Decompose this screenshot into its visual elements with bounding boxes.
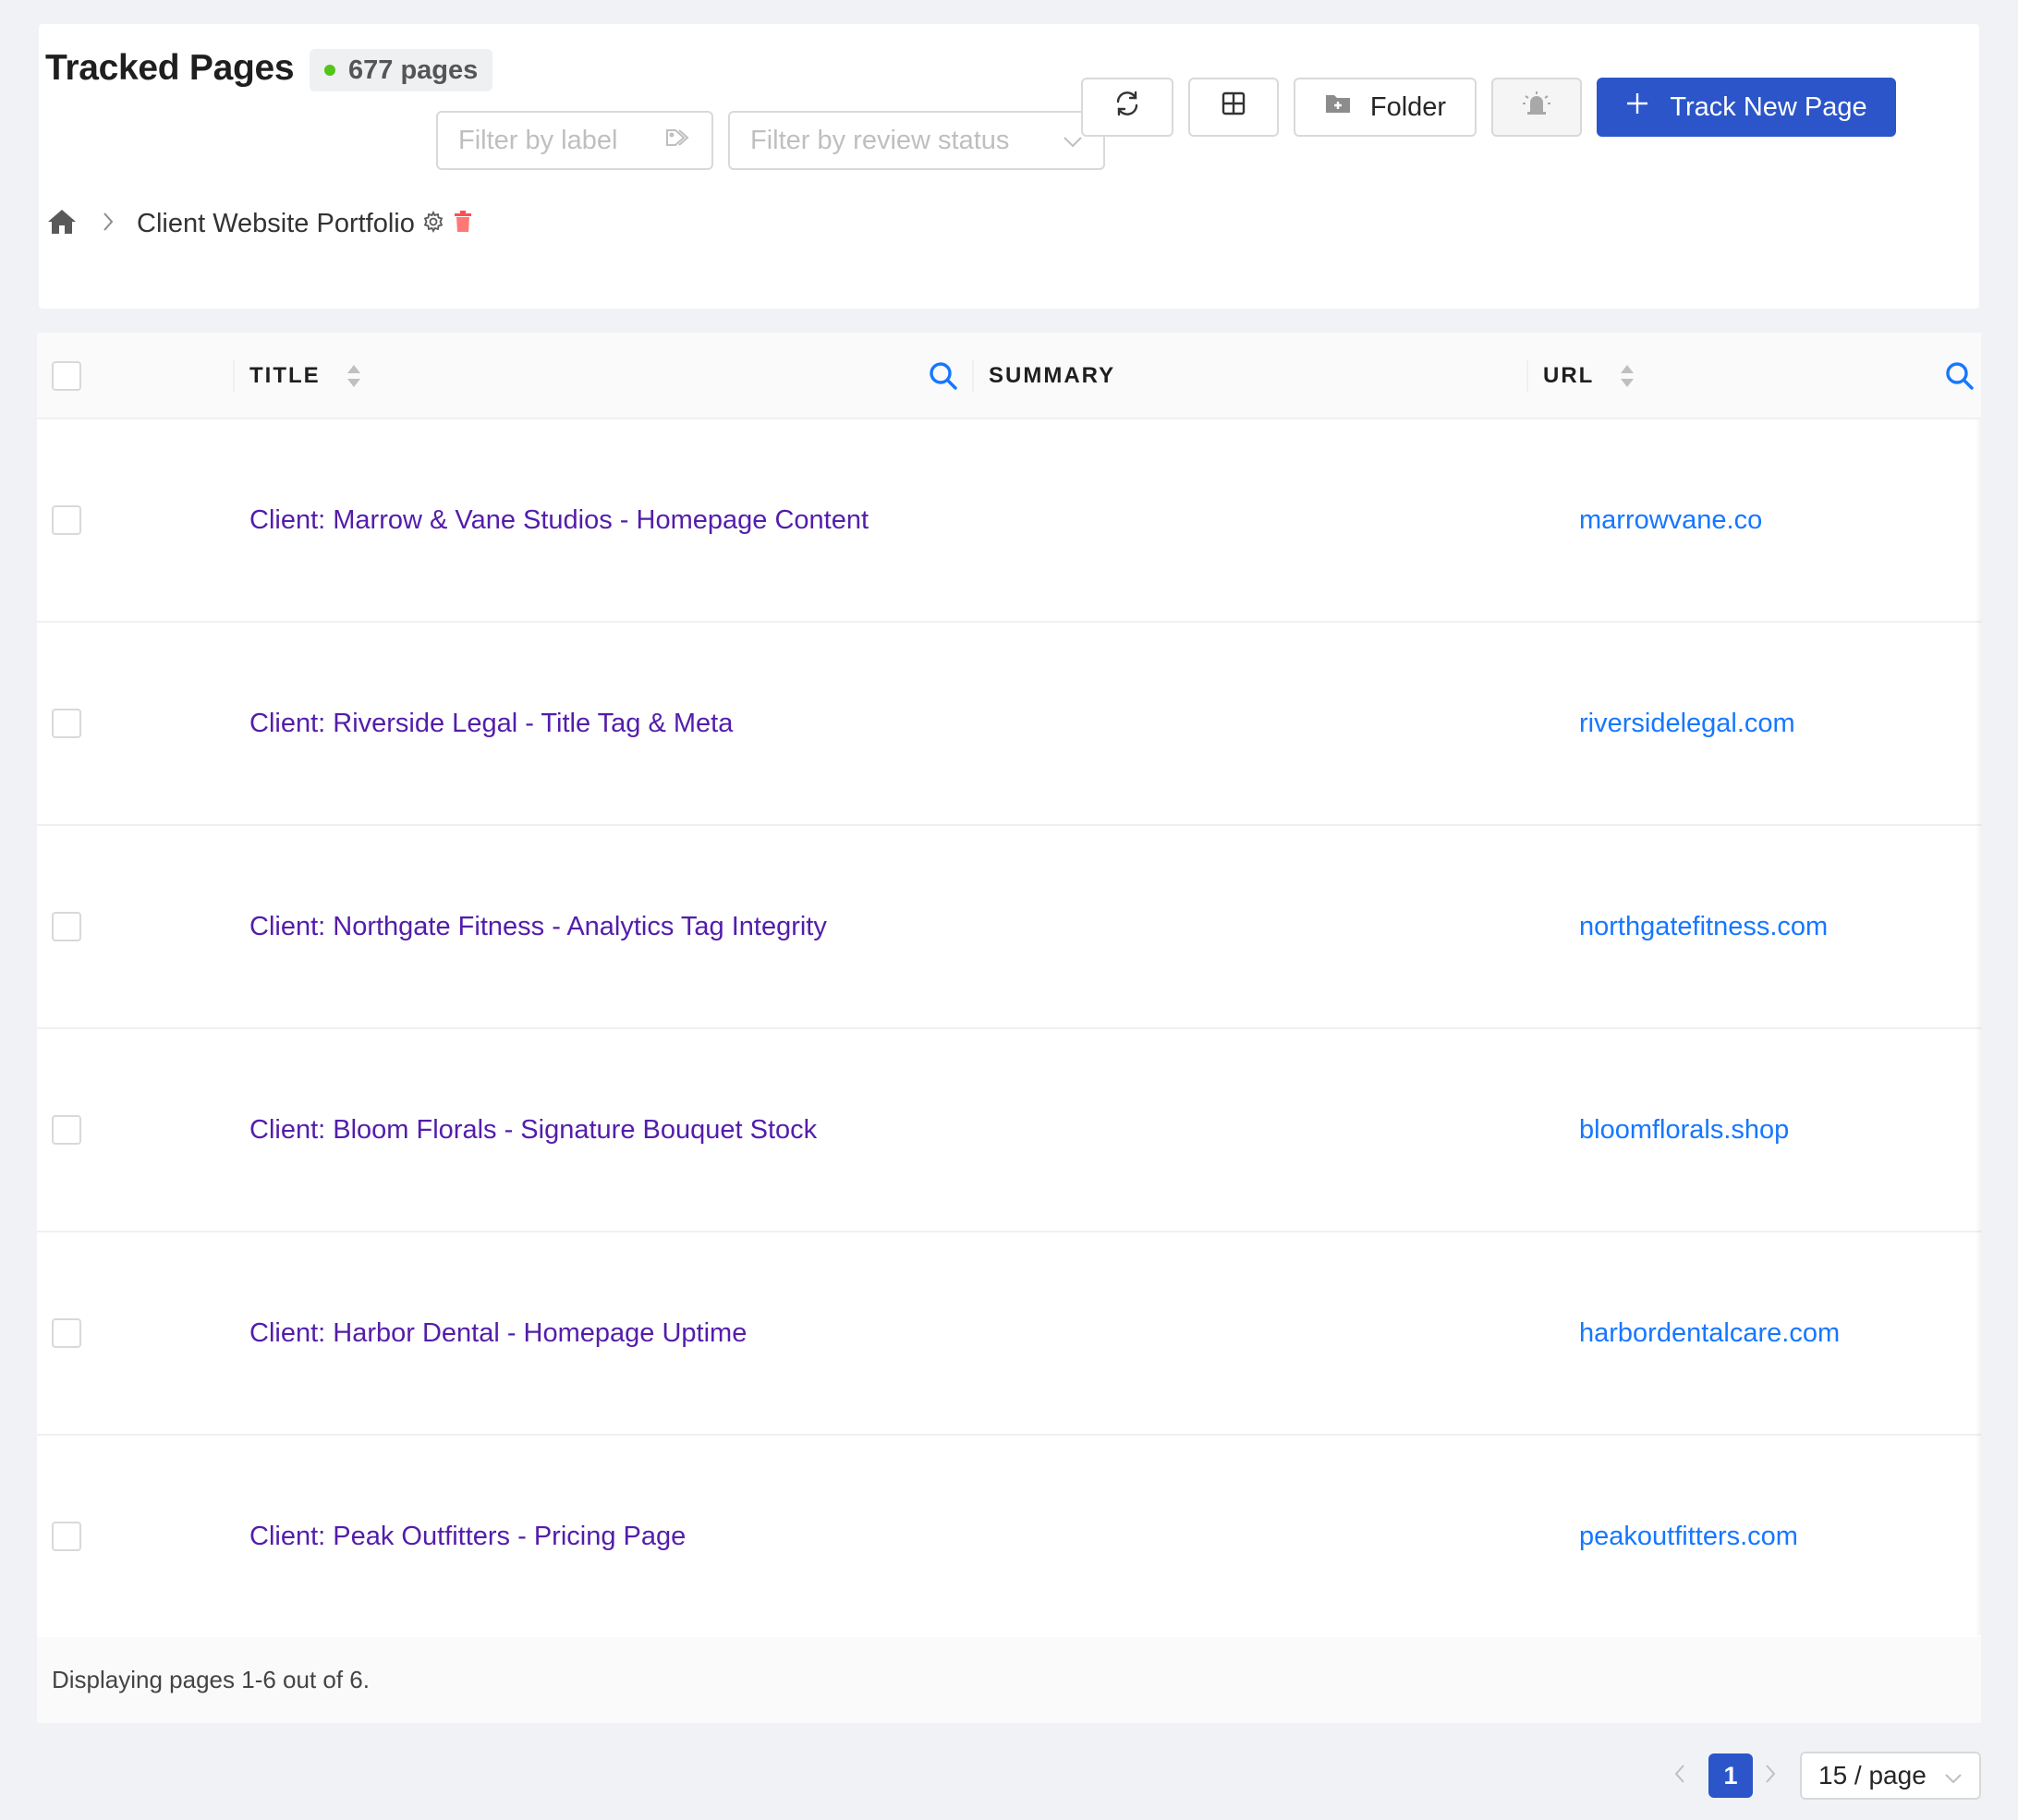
alarm-bell-icon: [1521, 90, 1552, 125]
row-url-link[interactable]: peakoutfitters.com: [1579, 1436, 1798, 1637]
table-row: Client: Riverside Legal - Title Tag & Me…: [37, 623, 1981, 826]
filter-by-review-placeholder: Filter by review status: [750, 125, 1010, 155]
status-dot: [324, 65, 335, 76]
row-checkbox[interactable]: [52, 505, 81, 535]
row-checkbox[interactable]: [52, 1522, 81, 1551]
column-header-url[interactable]: URL: [1543, 333, 1635, 419]
horizontal-scroll-shadow: [1975, 419, 1981, 1635]
page-count-label: 677 pages: [348, 55, 479, 85]
table-header: TITLE SUMMARY URL: [37, 333, 1981, 419]
prev-page-button[interactable]: [1672, 1752, 1687, 1800]
filter-by-review-status-select[interactable]: Filter by review status: [728, 111, 1105, 170]
row-checkbox[interactable]: [52, 709, 81, 738]
next-page-button[interactable]: [1763, 1752, 1778, 1800]
row-url-link[interactable]: northgatefitness.com: [1579, 826, 1828, 1027]
title-search-icon[interactable]: [928, 360, 959, 396]
row-url-link[interactable]: bloomflorals.shop: [1579, 1029, 1789, 1231]
row-title-link[interactable]: Client: Marrow & Vane Studios - Homepage…: [249, 419, 869, 621]
row-title-link[interactable]: Client: Northgate Fitness - Analytics Ta…: [249, 826, 827, 1027]
breadcrumb: Client Website Portfolio: [46, 203, 472, 244]
select-all-checkbox[interactable]: [52, 361, 81, 391]
page-size-select[interactable]: 15 / page: [1800, 1752, 1981, 1800]
trash-icon[interactable]: [454, 210, 472, 237]
row-title-link[interactable]: Client: Harbor Dental - Homepage Uptime: [249, 1232, 747, 1434]
chevron-left-icon: [1672, 1763, 1687, 1790]
row-url-link[interactable]: marrowvane.co: [1579, 419, 1762, 621]
table-row: Client: Harbor Dental - Homepage Uptime …: [37, 1232, 1981, 1436]
page-title: Tracked Pages: [45, 48, 295, 88]
column-header-summary: SUMMARY: [989, 363, 1116, 388]
layout-toggle-button[interactable]: [1188, 78, 1279, 137]
grid-layout-icon: [1221, 91, 1246, 124]
column-header-title[interactable]: TITLE: [249, 333, 361, 419]
page-size-value: 15 / page: [1818, 1761, 1927, 1790]
filter-by-label-placeholder: Filter by label: [458, 125, 618, 155]
row-title-link[interactable]: Client: Bloom Florals - Signature Bouque…: [249, 1029, 817, 1231]
folder-add-icon: [1324, 91, 1352, 123]
chevron-down-icon: [1944, 1761, 1963, 1790]
refresh-button[interactable]: [1081, 78, 1173, 137]
row-checkbox[interactable]: [52, 1318, 81, 1348]
chevron-right-icon: [1763, 1763, 1778, 1790]
chevron-right-icon: [102, 212, 115, 237]
page-count-badge: 677 pages: [310, 49, 493, 91]
track-new-page-button[interactable]: Track New Page: [1597, 78, 1896, 137]
home-icon[interactable]: [46, 208, 78, 240]
row-checkbox[interactable]: [52, 1115, 81, 1145]
pages-table: TITLE SUMMARY URL Client: Marrow & Vane …: [37, 333, 1981, 1723]
row-title-link[interactable]: Client: Peak Outfitters - Pricing Page: [249, 1436, 686, 1637]
row-title-link[interactable]: Client: Riverside Legal - Title Tag & Me…: [249, 623, 733, 824]
table-row: Client: Peak Outfitters - Pricing Page p…: [37, 1436, 1981, 1639]
refresh-icon: [1112, 89, 1142, 126]
sort-icon[interactable]: [1620, 363, 1635, 389]
filter-by-label-select[interactable]: Filter by label: [436, 111, 713, 170]
chevron-down-icon: [1063, 126, 1083, 156]
folder-button-label: Folder: [1369, 91, 1447, 122]
sort-icon[interactable]: [346, 363, 361, 389]
page-number-current[interactable]: 1: [1708, 1753, 1753, 1798]
table-row: Client: Marrow & Vane Studios - Homepage…: [37, 419, 1981, 623]
folder-button[interactable]: Folder: [1294, 78, 1477, 137]
gear-icon[interactable]: [422, 210, 444, 237]
alert-button[interactable]: [1491, 78, 1582, 137]
table-footer: Displaying pages 1-6 out of 6.: [37, 1637, 1981, 1723]
row-url-link[interactable]: riversidelegal.com: [1579, 623, 1795, 824]
row-checkbox[interactable]: [52, 912, 81, 941]
url-search-icon[interactable]: [1944, 360, 1975, 396]
results-summary: Displaying pages 1-6 out of 6.: [52, 1666, 370, 1693]
table-row: Client: Bloom Florals - Signature Bouque…: [37, 1029, 1981, 1232]
plus-icon: [1625, 91, 1649, 123]
table-row: Client: Northgate Fitness - Analytics Ta…: [37, 826, 1981, 1029]
track-new-page-label: Track New Page: [1670, 91, 1867, 122]
breadcrumb-current[interactable]: Client Website Portfolio: [137, 209, 415, 239]
tags-icon: [665, 126, 691, 156]
row-url-link[interactable]: harbordentalcare.com: [1579, 1232, 1840, 1434]
